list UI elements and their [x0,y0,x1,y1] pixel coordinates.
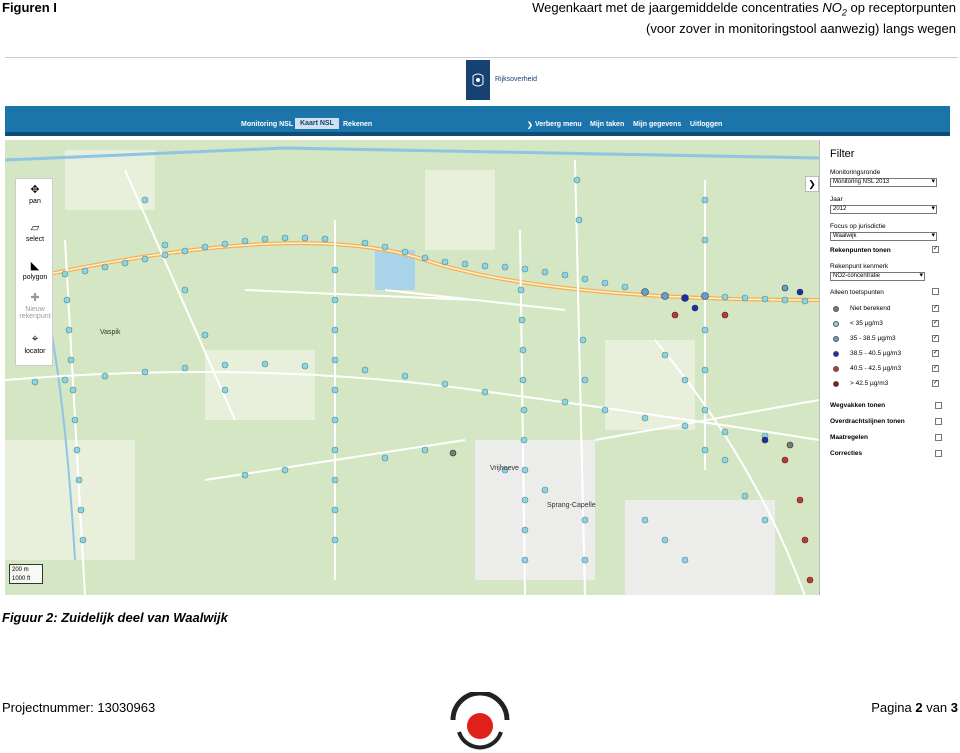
locator-tool[interactable]: ⌖ locator [16,333,54,355]
mijn-gegevens-link[interactable]: Mijn gegevens [633,121,681,128]
select-tool[interactable]: ▱ select [16,221,54,243]
layer-label: Overdrachtslijnen tonen [830,418,905,425]
monitoringsronde-select[interactable]: Monitoring NSL 2013 [830,178,937,187]
scale-bar: 200 m 1000 ft [9,564,43,584]
legend-swatch [833,336,839,342]
tab-rekenen[interactable]: Rekenen [343,121,372,128]
new-point-label: Nieuw rekenpunt [19,306,51,320]
polygon-icon: ◣ [30,260,40,272]
scale-imperial: 1000 ft [12,576,31,582]
legend-swatch [833,381,839,387]
layer-label: Wegvakken tonen [830,402,886,409]
logo-bar: Rijksoverheid [5,58,958,106]
map-canvas[interactable]: Vrijhoeve Sprang-Capelle Vaspik [5,140,819,595]
title-line2: (voor zover in monitoringstool aanwezig)… [646,20,956,36]
jaar-label: Jaar [830,196,843,203]
document-title: Wegenkaart met de jaargemiddelde concent… [532,0,956,37]
legend-label: Niet berekend [850,305,891,312]
scale-metric: 200 m [12,567,29,573]
polygon-tool[interactable]: ◣ polygon [16,259,54,281]
rijksoverheid-logo [466,60,490,100]
tab-monitoring-nsl[interactable]: Monitoring NSL [241,121,293,128]
locator-label: locator [24,348,46,355]
focus-label: Focus op jurisdictie [830,223,886,230]
main-nav: Monitoring NSL Kaart NSL Rekenen ❯ Verbe… [5,106,950,136]
focus-select[interactable]: Waalwijk [830,232,937,241]
filter-panel: Filter Monitoringsronde Monitoring NSL 2… [819,140,950,595]
company-logo [450,692,510,750]
add-point-icon: ✚ [30,292,40,304]
map-tool-panel: ✥ pan ▱ select ◣ polygon ✚ Nieuw rekenpu… [15,178,53,366]
app-screenshot: Rijksoverheid Monitoring NSL Kaart NSL R… [5,57,958,595]
title-no2: NO2 [822,0,847,18]
figure-section-label: Figuren I [2,0,57,15]
pan-tool[interactable]: ✥ pan [16,183,54,205]
alleen-toetspunten-checkbox[interactable] [932,288,939,295]
crosshair-icon: ⌖ [31,333,39,345]
project-number: Projectnummer: 13030963 [2,700,156,715]
legend-checkbox[interactable]: ✓ [932,335,939,342]
legend-swatch [833,306,839,312]
logo-text: Rijksoverheid [495,76,538,83]
layer-checkbox[interactable] [935,402,942,409]
legend-label: 40.5 - 42.5 µg/m3 [850,365,902,372]
jaar-select[interactable]: 2012 [830,205,937,214]
legend-label: < 35 µg/m3 [850,320,883,327]
figure-caption: Figuur 2: Zuidelijk deel van Waalwijk [2,610,228,625]
place-label-vaspik: Vaspik [100,329,121,336]
kenmerk-select[interactable]: NO2-concentratie [830,272,925,281]
legend-swatch [833,351,839,357]
uitloggen-link[interactable]: Uitloggen [690,121,722,128]
filter-title: Filter [830,148,855,160]
chevron-right-icon: ❯ [808,179,816,189]
legend-checkbox[interactable]: ✓ [932,365,939,372]
rekenpunten-tonen-label: Rekenpunten tonen [830,247,891,254]
layer-checkbox[interactable] [935,418,942,425]
verberg-menu-link[interactable]: Verberg menu [535,121,582,128]
chevron-right-icon: ❯ [527,122,533,129]
crest-icon [472,73,484,87]
document-header: Figuren I Wegenkaart met de jaargemiddel… [0,0,960,40]
layer-checkbox[interactable] [935,450,942,457]
select-icon: ▱ [30,222,40,234]
page-number: 2 [915,700,923,715]
mijn-taken-link[interactable]: Mijn taken [590,121,624,128]
legend-swatch [833,321,839,327]
legend-swatch [833,366,839,372]
tab-kaart-nsl[interactable]: Kaart NSL [295,118,339,129]
pan-icon: ✥ [30,184,40,196]
layer-checkbox[interactable] [935,434,942,441]
alleen-toetspunten-label: Alleen toetspunten [830,289,884,296]
legend-label: 35 - 38.5 µg/m3 [850,335,896,342]
pan-label: pan [29,198,41,205]
place-label-sprang-capelle: Sprang-Capelle [547,502,596,509]
page-total: 3 [950,700,958,715]
title-line1-post: op receptorpunten [846,0,956,15]
monitoringsronde-label: Monitoringsronde [830,169,881,176]
legend-checkbox[interactable]: ✓ [932,320,939,327]
polygon-label: polygon [22,274,48,281]
collapse-panel-button[interactable]: ❯ [805,176,819,192]
legend-checkbox[interactable]: ✓ [932,380,939,387]
title-line1-pre: Wegenkaart met de jaargemiddelde concent… [532,0,823,15]
new-point-tool[interactable]: ✚ Nieuw rekenpunt [16,291,54,320]
place-label-vrijhoeve: Vrijhoeve [490,465,519,472]
map-view[interactable]: Vrijhoeve Sprang-Capelle Vaspik ✥ pan ▱ … [5,140,819,595]
legend-checkbox[interactable]: ✓ [932,305,939,312]
layer-label: Maatregelen [830,434,868,441]
rekenpunten-tonen-checkbox[interactable]: ✓ [932,246,939,253]
page-indicator: Pagina 2 van 3 [871,700,958,715]
legend-label: > 42.5 µg/m3 [850,380,889,387]
select-label: select [25,236,45,243]
legend-label: 38.5 - 40.5 µg/m3 [850,350,902,357]
kenmerk-label: Rekenpunt kenmerk [830,263,889,270]
legend-checkbox[interactable]: ✓ [932,350,939,357]
layer-label: Correcties [830,450,863,457]
